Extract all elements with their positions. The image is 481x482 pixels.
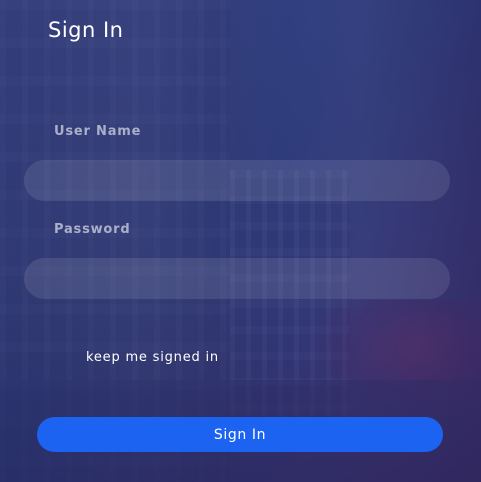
username-label: User Name [54, 124, 142, 139]
keep-signed-in-label[interactable]: keep me signed in [86, 350, 219, 365]
sign-in-form: Sign In User Name Password keep me signe… [0, 0, 481, 482]
sign-in-screen: Sign In User Name Password keep me signe… [0, 0, 481, 482]
password-input[interactable] [24, 258, 450, 299]
sign-in-button[interactable]: Sign In [37, 417, 443, 452]
page-title: Sign In [48, 18, 124, 42]
keep-signed-in-checkbox[interactable] [62, 349, 78, 365]
password-label: Password [54, 222, 131, 237]
keep-signed-in-row[interactable]: keep me signed in [62, 345, 219, 369]
username-input[interactable] [24, 160, 450, 201]
